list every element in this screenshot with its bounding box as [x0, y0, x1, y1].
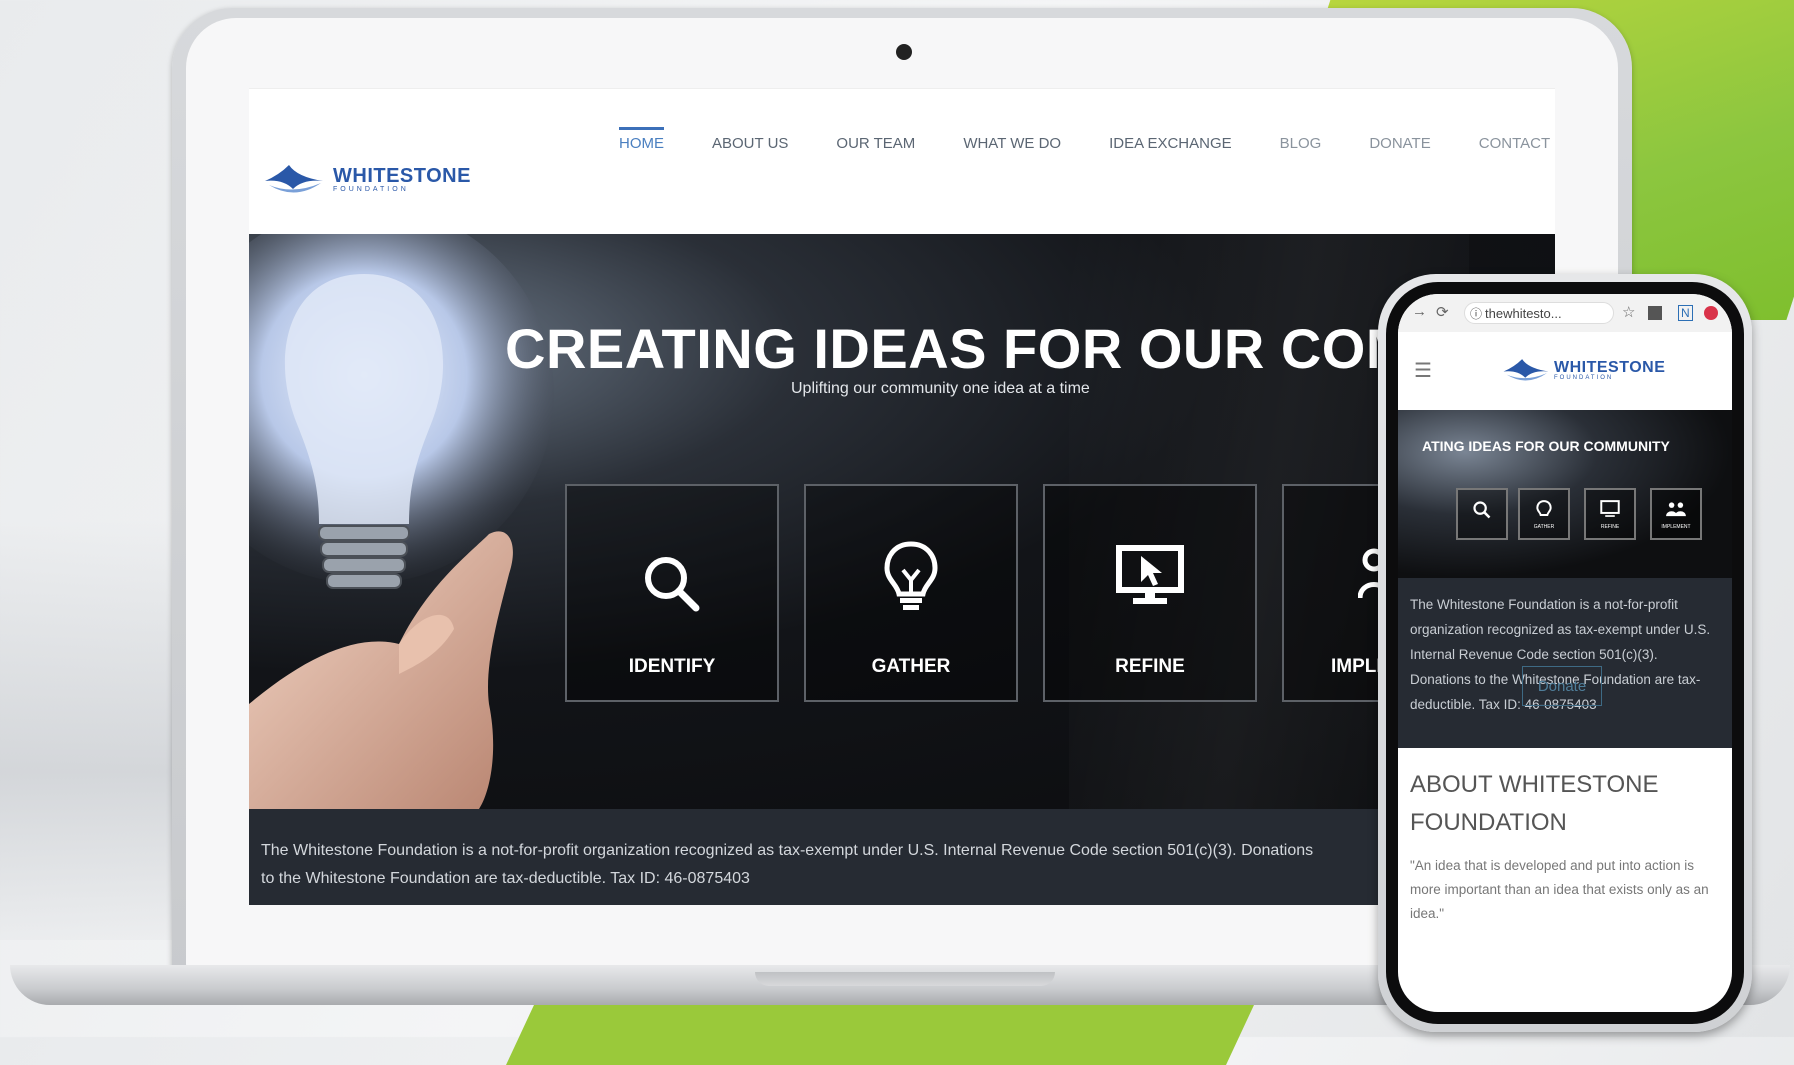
info-icon: ⓘ: [1470, 307, 1483, 321]
mobile-hero-title: ATING IDEAS FOR OUR COMMUNITY: [1422, 438, 1670, 454]
reload-icon[interactable]: ⟳: [1436, 303, 1449, 321]
nav-idea-exchange[interactable]: IDEA EXCHANGE: [1109, 127, 1232, 152]
hero-subtitle: Uplifting our community one idea at a ti…: [791, 380, 1090, 397]
step-gather[interactable]: GATHER: [804, 484, 1018, 702]
mobile-step-implement[interactable]: IMPLEMENT: [1650, 488, 1702, 540]
step-identify[interactable]: IDENTIFY: [565, 484, 779, 702]
main-nav: HOME ABOUT US OUR TEAM WHAT WE DO IDEA E…: [619, 127, 1550, 152]
mobile-tax-info: The Whitestone Foundation is a not-for-p…: [1398, 578, 1732, 748]
mobile-hero: ATING IDEAS FOR OUR COMMUNITY GATHER REF…: [1398, 410, 1732, 578]
nav-our-team[interactable]: OUR TEAM: [836, 127, 915, 152]
step-refine[interactable]: REFINE: [1043, 484, 1257, 702]
hamburger-menu-icon[interactable]: ☰: [1414, 358, 1432, 383]
hero-title: CREATING IDEAS FOR OUR COMI: [505, 317, 1430, 380]
nav-contact[interactable]: CONTACT: [1479, 127, 1550, 152]
tax-info-text: The Whitestone Foundation is a not-for-p…: [261, 842, 1314, 887]
phone-screen: → ⟳ ⓘ thewhitesto... ☆ N ☰ WHITESTONE FO…: [1398, 294, 1732, 1012]
step-label: GATHER: [871, 656, 951, 677]
mobile-about-title: ABOUT WHITESTONE FOUNDATION: [1410, 771, 1659, 836]
back-arrow-icon[interactable]: →: [1412, 303, 1427, 320]
people-icon: [1666, 502, 1686, 517]
extension-icon[interactable]: [1648, 306, 1662, 320]
nav-about-us[interactable]: ABOUT US: [712, 127, 788, 152]
pinterest-icon[interactable]: [1704, 306, 1718, 320]
mobile-step-label: IMPLEMENT: [1661, 524, 1691, 530]
mobile-about-quote: "An idea that is developed and put into …: [1410, 858, 1709, 921]
step-label: REFINE: [1115, 656, 1185, 677]
lightbulb-icon: [1536, 500, 1552, 516]
extension-n-icon[interactable]: N: [1678, 305, 1693, 321]
mobile-logo[interactable]: WHITESTONE FOUNDATION: [1502, 356, 1665, 384]
nav-home[interactable]: HOME: [619, 127, 664, 152]
site-logo[interactable]: WHITESTONE FOUNDATION: [263, 161, 471, 197]
step-label: IDENTIFY: [628, 656, 716, 677]
tax-info-bar: The Whitestone Foundation is a not-for-p…: [249, 809, 1555, 905]
mobile-step-label: REFINE: [1600, 524, 1620, 530]
nav-donate[interactable]: DONATE: [1369, 127, 1430, 152]
mobile-step-identify[interactable]: [1456, 488, 1508, 540]
monitor-cursor-icon: [1116, 545, 1184, 604]
laptop-notch: [755, 972, 1055, 986]
logo-name: WHITESTONE: [333, 165, 471, 187]
url-field[interactable]: ⓘ thewhitesto...: [1464, 302, 1614, 324]
monitor-cursor-icon: [1600, 500, 1620, 517]
nav-blog[interactable]: BLOG: [1280, 127, 1322, 152]
url-text: thewhitesto...: [1485, 306, 1562, 321]
mobile-browser-bar: → ⟳ ⓘ thewhitesto... ☆ N: [1398, 294, 1732, 333]
camera-icon: [896, 44, 912, 60]
green-accent-bottom: [506, 1005, 1254, 1065]
nav-what-we-do[interactable]: WHAT WE DO: [963, 127, 1061, 152]
wave-logo-icon: [1503, 359, 1549, 381]
wave-logo-icon: [265, 165, 323, 193]
laptop-screen: WHITESTONE FOUNDATION HOME ABOUT US OUR …: [249, 88, 1555, 905]
hero-banner: CREATING IDEAS FOR OUR COMI Uplifting ou…: [249, 234, 1555, 809]
lightbulb-icon: [884, 541, 938, 610]
mobile-step-gather[interactable]: GATHER: [1518, 488, 1570, 540]
mobile-step-refine[interactable]: REFINE: [1584, 488, 1636, 540]
search-icon: [1473, 501, 1491, 519]
mobile-donate-button[interactable]: Donate: [1522, 666, 1602, 706]
star-icon[interactable]: ☆: [1622, 303, 1635, 321]
mobile-step-label: GATHER: [1533, 524, 1555, 530]
mobile-header: ☰ WHITESTONE FOUNDATION: [1398, 332, 1732, 410]
search-icon: [645, 557, 700, 612]
site-header: WHITESTONE FOUNDATION HOME ABOUT US OUR …: [249, 88, 1555, 235]
